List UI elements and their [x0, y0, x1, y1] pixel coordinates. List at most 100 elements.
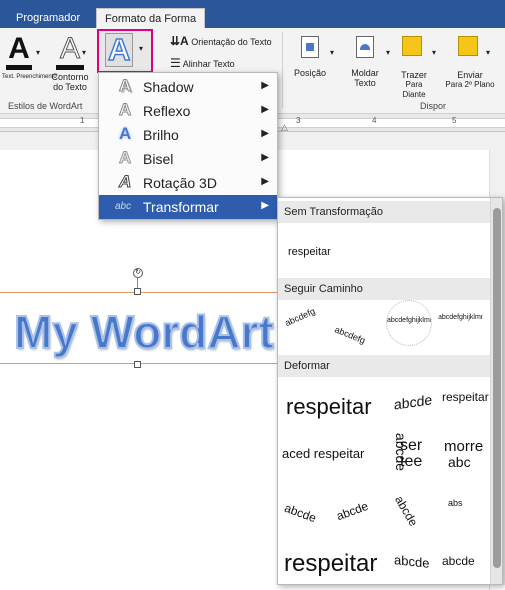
- send-backward-dropdown-icon[interactable]: ▾: [486, 48, 490, 57]
- text-outline-button[interactable]: A Contorno do Texto: [50, 33, 90, 92]
- align-text-button[interactable]: ☰ Alinhar Texto: [170, 56, 235, 70]
- rotate-handle-icon[interactable]: ↻: [133, 268, 143, 278]
- menu-item-3d-rotation[interactable]: A Rotação 3D ▶: [99, 171, 277, 195]
- menu-item-label: Bisel: [143, 151, 174, 167]
- wrap-text-icon: [356, 36, 374, 58]
- gallery-item-warp[interactable]: abcde: [394, 391, 432, 412]
- align-text-label: Alinhar Texto: [182, 59, 235, 69]
- send-backward-button[interactable]: Enviar Para 2º Plano: [444, 36, 496, 90]
- tab-shape-format[interactable]: Formato da Forma: [96, 8, 206, 28]
- ribbon-tab-bar: Programador Formato da Forma: [0, 0, 505, 28]
- submenu-arrow-icon: ▶: [261, 128, 269, 139]
- menu-item-label: Rotação 3D: [143, 175, 217, 191]
- send-backward-label-1: Enviar: [457, 70, 483, 80]
- gallery-item-warp[interactable]: aced respeitar: [282, 446, 364, 461]
- wordart-styles-group-label: Estilos de WordArt: [8, 101, 83, 111]
- menu-item-transform[interactable]: abc Transformar ▶: [99, 195, 277, 219]
- resize-handle[interactable]: [134, 288, 141, 295]
- gallery-item-warp[interactable]: abcde: [442, 554, 475, 568]
- submenu-arrow-icon: ▶: [261, 152, 269, 163]
- glow-icon: A: [119, 124, 132, 143]
- gallery-item-warp[interactable]: abcde: [392, 493, 420, 528]
- menu-item-glow[interactable]: A Brilho ▶: [99, 123, 277, 147]
- tab-programmer[interactable]: Programador: [8, 8, 88, 28]
- wrap-text-button[interactable]: Moldar Texto: [344, 36, 386, 88]
- transform-icon: abc: [115, 201, 132, 212]
- gallery-item-button[interactable]: abcdefghijklmnop: [438, 300, 484, 346]
- position-dropdown-icon[interactable]: ▾: [330, 48, 334, 57]
- menu-item-bevel[interactable]: A Bisel ▶: [99, 147, 277, 171]
- submenu-arrow-icon: ▶: [261, 80, 269, 91]
- text-outline-color-bar: [56, 65, 84, 70]
- submenu-arrow-icon: ▶: [261, 176, 269, 187]
- ruler-mark: 1: [80, 116, 85, 125]
- ruler-mark: 5: [452, 116, 457, 125]
- bring-forward-dropdown-icon[interactable]: ▾: [432, 48, 436, 57]
- ruler-mark: 4: [372, 116, 377, 125]
- gallery-item-warp[interactable]: abs: [448, 498, 463, 508]
- reflection-icon: A: [118, 100, 132, 120]
- text-effects-button[interactable]: A ▾: [97, 29, 153, 73]
- text-orientation-label: Orientação do Texto: [191, 37, 272, 47]
- ruler-mark: 3: [296, 116, 301, 125]
- resize-handle[interactable]: [134, 361, 141, 368]
- menu-item-label: Transformar: [143, 199, 219, 215]
- section-header-warp: Deformar: [278, 355, 491, 377]
- gallery-item-arch-down[interactable]: abcdefg: [333, 324, 366, 345]
- text-orientation-icon: ⇊A: [170, 34, 189, 48]
- arrange-group-label: Dispor: [420, 101, 447, 111]
- section-header-follow-path: Seguir Caminho: [278, 278, 491, 300]
- ruler-indent-marker-icon[interactable]: △: [281, 122, 288, 131]
- wordart-text[interactable]: My WordArt: [13, 305, 275, 359]
- bring-forward-label-2: Para Diante: [402, 80, 426, 99]
- transform-gallery: Sem Transformação respeitar Seguir Camin…: [277, 197, 503, 585]
- menu-item-label: Brilho: [143, 127, 179, 143]
- rotation-3d-icon: A: [118, 172, 132, 192]
- bring-forward-icon: [402, 36, 426, 60]
- menu-item-shadow[interactable]: A Shadow ▶: [99, 75, 277, 99]
- shadow-icon: A: [118, 76, 132, 96]
- wrap-text-dropdown-icon[interactable]: ▾: [386, 48, 390, 57]
- gallery-item-circle[interactable]: abcdefghijklmnop: [386, 300, 432, 346]
- text-fill-dropdown-icon[interactable]: ▾: [36, 48, 40, 57]
- gallery-item-warp[interactable]: abcde: [283, 501, 319, 525]
- submenu-arrow-icon: ▶: [261, 200, 269, 211]
- text-effects-icon: A: [107, 31, 131, 68]
- submenu-arrow-icon: ▶: [261, 104, 269, 115]
- send-backward-label-2: Para 2º Plano: [445, 80, 495, 89]
- gallery-item-warp[interactable]: respeitar: [286, 394, 372, 420]
- send-backward-icon: [458, 36, 482, 60]
- menu-item-label: Reflexo: [143, 103, 191, 119]
- menu-item-reflection[interactable]: A Reflexo ▶: [99, 99, 277, 123]
- position-icon: [301, 36, 319, 58]
- text-orientation-button[interactable]: ⇊A Orientação do Texto: [170, 34, 272, 48]
- text-fill-icon: A: [8, 32, 30, 65]
- gallery-item-warp[interactable]: abcde: [394, 552, 429, 571]
- gallery-item-warp[interactable]: respeitar: [442, 390, 489, 404]
- text-fill-button[interactable]: A Text. Preenchimento: [2, 32, 57, 82]
- align-text-icon: ☰: [170, 56, 181, 70]
- section-header-no-transform: Sem Transformação: [278, 201, 491, 223]
- wrap-text-label-1: Moldar: [351, 68, 379, 78]
- gallery-item-warp[interactable]: morre: [444, 438, 483, 455]
- gallery-item-warp[interactable]: abcde: [335, 499, 371, 523]
- gallery-item-warp[interactable]: ser tee: [400, 438, 436, 470]
- position-label: Posição: [293, 68, 327, 78]
- bring-forward-button[interactable]: Trazer Para Diante: [393, 36, 435, 100]
- text-outline-label-1: Contorno: [51, 72, 89, 82]
- position-button[interactable]: Posição: [290, 36, 330, 78]
- bring-forward-label-1: Trazer: [401, 70, 427, 80]
- menu-item-label: Shadow: [143, 79, 194, 95]
- text-outline-label-2: do Texto: [53, 82, 87, 92]
- gallery-item-warp[interactable]: respeitar: [284, 550, 377, 578]
- bevel-icon: A: [118, 148, 132, 168]
- text-outline-dropdown-icon[interactable]: ▾: [82, 48, 86, 57]
- gallery-item-no-transform[interactable]: respeitar: [288, 246, 331, 258]
- gallery-scrollbar-thumb[interactable]: [493, 208, 501, 568]
- gallery-scrollbar[interactable]: [490, 198, 502, 584]
- gallery-item-warp[interactable]: abc: [448, 454, 471, 470]
- text-fill-color-bar: [6, 65, 32, 70]
- text-fill-label: Text. Preenchimento: [2, 74, 57, 80]
- text-effects-menu: A Shadow ▶ A Reflexo ▶ A Brilho ▶ A Bise…: [98, 72, 278, 220]
- gallery-item-arch-up[interactable]: abcdefg: [283, 306, 316, 328]
